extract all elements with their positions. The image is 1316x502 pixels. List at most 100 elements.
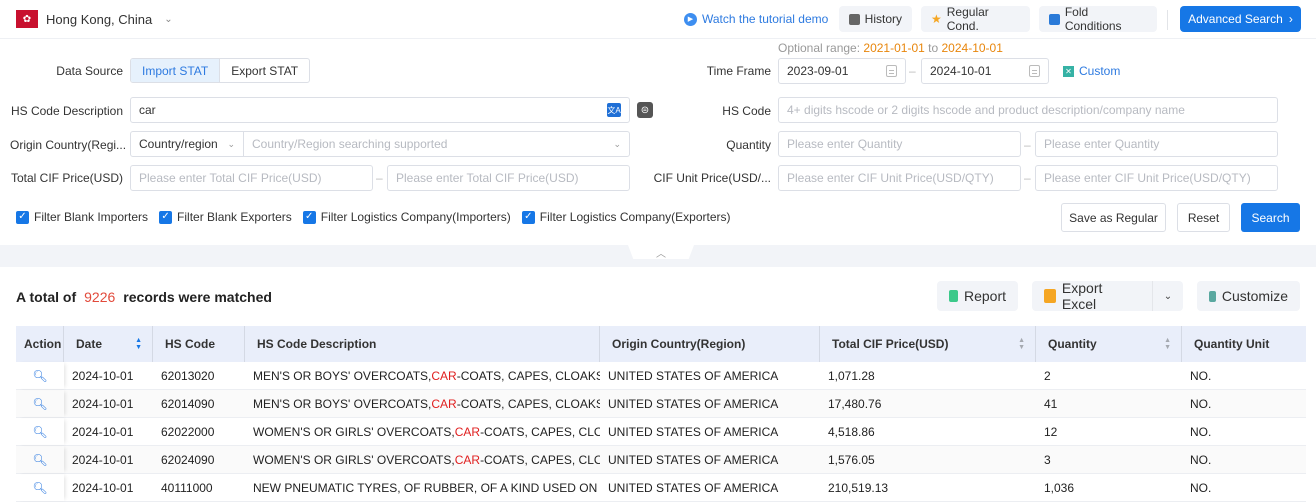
results-summary: A total of 9226 records were matched <box>16 289 272 305</box>
translate-icon[interactable]: 文A <box>607 103 621 117</box>
checkmark-icon: ✓ <box>521 210 535 224</box>
filter-blank-importers-checkbox[interactable]: ✓ Filter Blank Importers <box>16 210 148 224</box>
divider <box>1167 10 1168 30</box>
desc-text: -COATS, CAPES, CLOAKS, ANO... <box>456 396 600 411</box>
origin-type-select[interactable]: Country/region ⌄ <box>130 131 244 157</box>
quantity-min-input[interactable]: Please enter Quantity <box>778 131 1021 157</box>
region-label: Hong Kong, China <box>46 11 153 27</box>
range-dash: – <box>1024 138 1031 152</box>
origin-input[interactable]: Country/Region searching supported ⌄ <box>243 131 630 157</box>
search-icon: 🔍︎ <box>32 424 48 439</box>
calendar-icon <box>886 65 897 77</box>
hs-code-placeholder: 4+ digits hscode or 2 digits hscode and … <box>787 103 1185 117</box>
advanced-search-label: Advanced Search <box>1188 12 1283 26</box>
desc-highlight: CAR <box>454 452 481 467</box>
export-stat-option[interactable]: Export STAT <box>220 59 309 82</box>
export-excel-button[interactable]: Export Excel <box>1032 280 1152 312</box>
table-row: 🔍︎ 2024-10-01 62024090 WOMEN'S OR GIRLS'… <box>16 446 1306 474</box>
view-detail-button[interactable]: 🔍︎ <box>16 390 64 417</box>
optional-range-start: 2021-01-01 <box>863 41 925 55</box>
desc-text: WOMEN'S OR GIRLS' OVERCOATS, <box>253 424 455 439</box>
save-as-regular-button[interactable]: Save as Regular <box>1061 203 1166 232</box>
desc-highlight: CAR <box>454 424 481 439</box>
view-detail-button[interactable]: 🔍︎ <box>16 474 64 501</box>
column-header-quantity[interactable]: Quantity ▲ ▼ <box>1036 326 1182 362</box>
time-end-input[interactable]: 2024-10-01 <box>921 58 1049 84</box>
filter-logistics-importers-checkbox[interactable]: ✓ Filter Logistics Company(Importers) <box>302 210 511 224</box>
search-icon: 🔍︎ <box>32 480 48 495</box>
cell-hs-code: 62024090 <box>161 452 215 467</box>
column-label: Action <box>24 337 62 351</box>
hs-code-input[interactable]: 4+ digits hscode or 2 digits hscode and … <box>778 97 1278 123</box>
search-button[interactable]: Search <box>1241 203 1300 232</box>
search-icon: 🔍︎ <box>32 396 48 411</box>
cell-description: WOMEN'S OR GIRLS' OVERCOATS, CAR -COATS, … <box>245 418 600 445</box>
import-stat-option[interactable]: Import STAT <box>131 59 221 82</box>
range-dash: – <box>1024 171 1031 185</box>
sort-icon[interactable]: ▲ ▼ <box>1164 337 1171 351</box>
column-label: HS Code Description <box>257 337 377 351</box>
view-detail-button[interactable]: 🔍︎ <box>16 362 64 389</box>
cif-unit-min-input[interactable]: Please enter CIF Unit Price(USD/QTY) <box>778 165 1021 191</box>
optional-range-label: Optional range: <box>778 41 861 55</box>
cif-total-max-input[interactable]: Please enter Total CIF Price(USD) <box>387 165 630 191</box>
data-source-label: Data Source <box>56 64 123 78</box>
sort-icon[interactable]: ▲ ▼ <box>1018 337 1025 351</box>
cif-unit-max-input[interactable]: Please enter CIF Unit Price(USD/QTY) <box>1035 165 1278 191</box>
table-body: 🔍︎ 2024-10-01 62013020 MEN'S OR BOYS' OV… <box>16 362 1306 502</box>
history-button[interactable]: History <box>839 6 912 32</box>
fold-conditions-button[interactable]: Fold Conditions <box>1039 5 1157 33</box>
hs-desc-input[interactable]: car 文A <box>130 97 630 123</box>
view-detail-button[interactable]: 🔍︎ <box>16 418 64 445</box>
export-options-dropdown[interactable]: ⌄ <box>1152 281 1183 311</box>
quantity-max-input[interactable]: Please enter Quantity <box>1035 131 1278 157</box>
report-label: Report <box>963 288 1006 304</box>
cell-date: 2024-10-01 <box>72 368 134 383</box>
cell-description: WOMEN'S OR GIRLS' OVERCOATS, CAR -COATS, … <box>245 446 600 473</box>
time-start-input[interactable]: 2023-09-01 <box>778 58 906 84</box>
tutorial-link[interactable]: ▶ Watch the tutorial demo <box>684 12 828 26</box>
cell-description: MEN'S OR BOYS' OVERCOATS, CAR -COATS, CAP… <box>245 362 600 389</box>
export-excel-label: Export Excel <box>1061 280 1103 312</box>
time-end-value: 2024-10-01 <box>930 64 992 78</box>
collapse-toggle[interactable]: ︿ <box>628 245 694 259</box>
advanced-search-button[interactable]: Advanced Search › <box>1180 6 1301 32</box>
filter-blank-exporters-checkbox[interactable]: ✓ Filter Blank Exporters <box>159 210 292 224</box>
cif-unit-max-placeholder: Please enter CIF Unit Price(USD/QTY) <box>1044 171 1251 185</box>
filter-logistics-exporters-checkbox[interactable]: ✓ Filter Logistics Company(Exporters) <box>521 210 731 224</box>
sort-icon[interactable]: ▲ ▼ <box>135 337 142 351</box>
custom-label: Custom <box>1079 64 1121 78</box>
custom-button[interactable]: ✕ Custom <box>1063 64 1120 78</box>
checkmark-icon: ✓ <box>16 210 29 224</box>
regular-cond-button[interactable]: ★ Regular Cond. <box>921 5 1030 33</box>
column-header-total-cif[interactable]: Total CIF Price(USD) ▲ ▼ <box>820 326 1036 362</box>
column-header-date[interactable]: Date ▲ ▼ <box>64 326 153 362</box>
cell-date: 2024-10-01 <box>72 452 134 467</box>
report-button[interactable]: Report <box>937 281 1018 311</box>
view-detail-button[interactable]: 🔍︎ <box>16 446 64 473</box>
cell-total-cif: 4,518.86 <box>828 424 875 439</box>
cell-quantity-unit: NO. <box>1190 452 1212 467</box>
star-icon: ★ <box>931 12 942 26</box>
cif-total-min-input[interactable]: Please enter Total CIF Price(USD) <box>130 165 373 191</box>
desc-text: MEN'S OR BOYS' OVERCOATS, <box>253 396 432 411</box>
region-selector[interactable]: ✿ Hong Kong, China ⌄ <box>16 10 173 28</box>
history-icon <box>849 13 860 25</box>
cell-total-cif: 1,071.28 <box>828 368 875 383</box>
results-table: Action Date ▲ ▼ HS Code HS Code Descriptio… <box>16 326 1306 502</box>
data-source-toggle: Import STAT Export STAT <box>130 58 311 83</box>
optional-range-to: to <box>928 41 939 55</box>
cell-quantity: 2 <box>1044 368 1051 383</box>
column-header-action: Action <box>16 326 64 362</box>
chevron-down-icon: ⌄ <box>1163 290 1173 302</box>
column-header-hs-code: HS Code <box>153 326 245 362</box>
cell-quantity: 41 <box>1044 396 1058 411</box>
total-prefix: A total of <box>16 289 77 305</box>
cell-description: NEW PNEUMATIC TYRES, OF RUBBER, OF A KIN… <box>245 474 600 501</box>
search-lens-icon[interactable]: ⊜ <box>637 102 653 118</box>
column-label: Total CIF Price(USD) <box>832 337 949 351</box>
hs-desc-label: HS Code Description <box>10 104 123 118</box>
chevron-down-icon: ⌄ <box>164 13 173 25</box>
customize-button[interactable]: Customize <box>1197 281 1300 311</box>
reset-button[interactable]: Reset <box>1177 203 1230 232</box>
